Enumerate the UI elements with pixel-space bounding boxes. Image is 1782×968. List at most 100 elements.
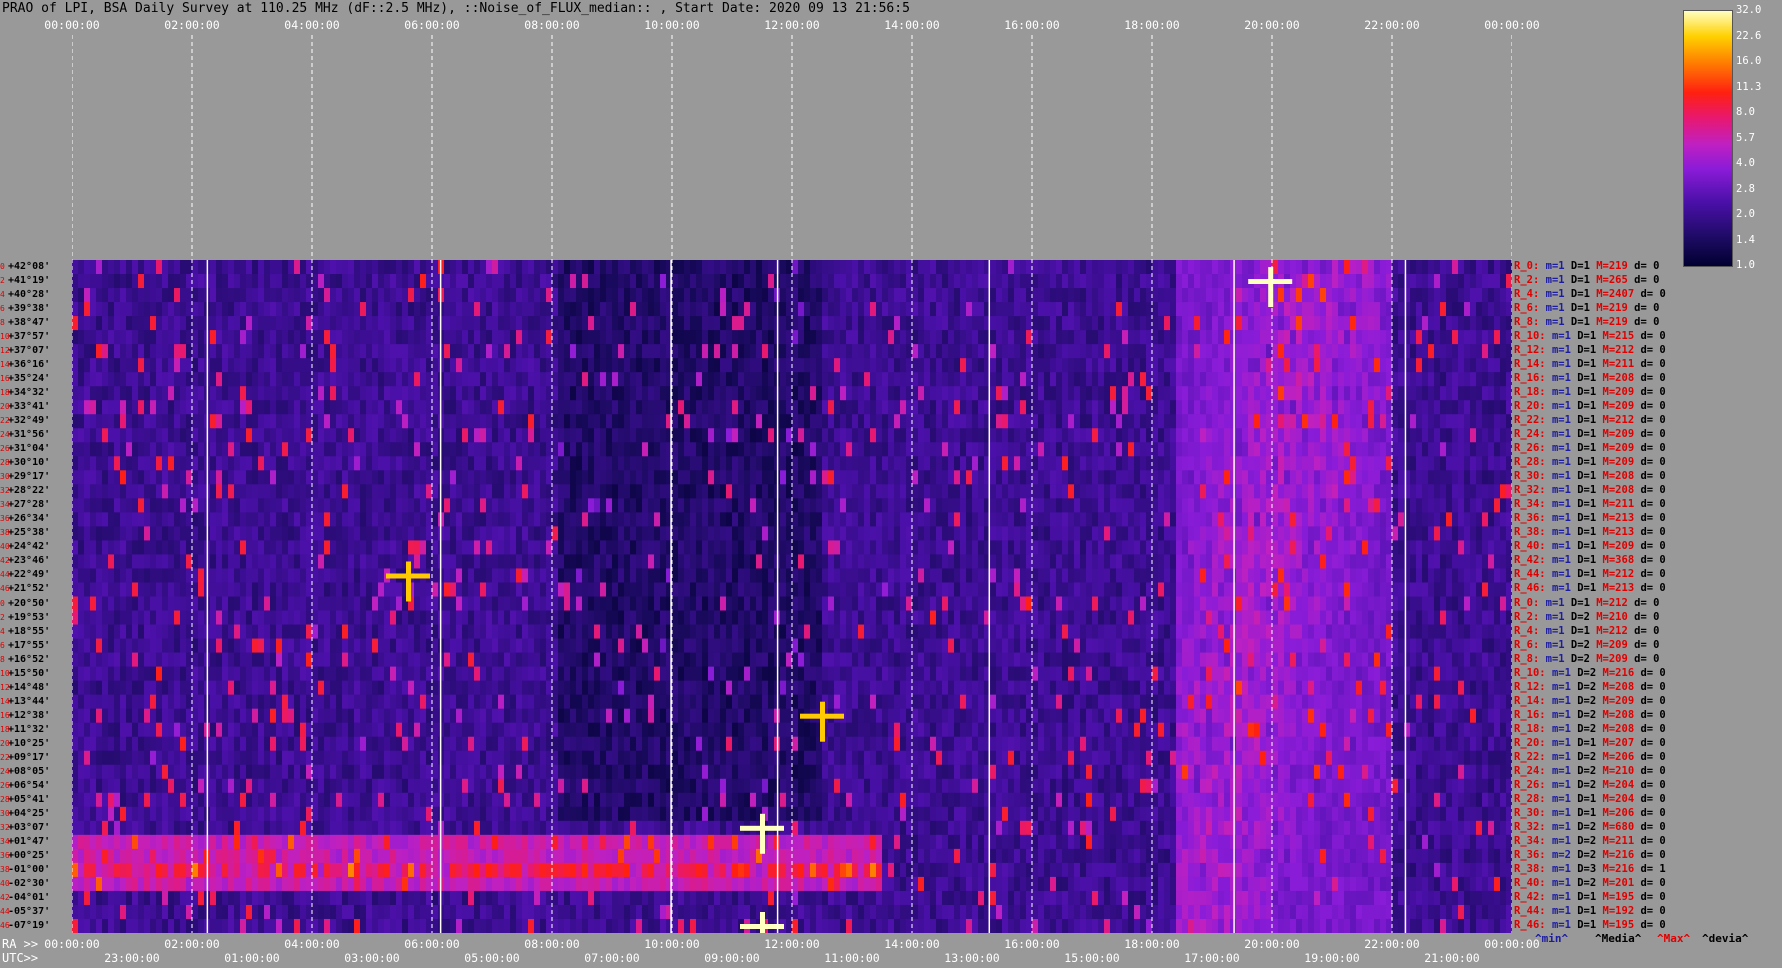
heatmap-cell: [1200, 400, 1207, 415]
heatmap-cell: [540, 316, 547, 331]
heatmap-cell: [1068, 498, 1075, 513]
heatmap-cell: [786, 484, 793, 499]
heatmap-cell: [1236, 498, 1243, 513]
heatmap-cell: [1038, 302, 1045, 317]
heatmap-cell: [888, 344, 895, 359]
heatmap-cell: [1434, 274, 1441, 289]
heatmap-cell: [1092, 372, 1099, 387]
heatmap-cell: [1122, 344, 1129, 359]
heatmap-cell: [330, 330, 337, 345]
heatmap-cell: [1020, 274, 1027, 289]
heatmap-cell: [1260, 484, 1267, 499]
heatmap-cell: [126, 414, 133, 429]
heatmap-cell: [186, 274, 193, 289]
heatmap-cell: [372, 414, 379, 429]
heatmap-cell: [1074, 274, 1081, 289]
heatmap-cell: [138, 372, 145, 387]
heatmap-cell: [1206, 358, 1213, 373]
heatmap-cell: [924, 316, 931, 331]
heatmap-cell: [816, 400, 823, 415]
heatmap-cell: [726, 386, 733, 401]
heatmap-cell: [1212, 456, 1219, 471]
heatmap-cell: [240, 540, 247, 555]
heatmap-cell: [1116, 288, 1123, 303]
heatmap-cell: [240, 372, 247, 387]
heatmap-cell: [300, 512, 307, 527]
heatmap-cell: [1470, 330, 1477, 345]
heatmap-cell: [630, 526, 637, 541]
heatmap-cell: [492, 372, 499, 387]
heatmap-cell: [540, 498, 547, 513]
heatmap-cell: [1170, 512, 1177, 527]
heatmap-cell: [804, 330, 811, 345]
heatmap-cell: [798, 344, 805, 359]
heatmap-cell: [1056, 456, 1063, 471]
heatmap-cell: [1140, 512, 1147, 527]
heatmap-cell: [1242, 344, 1249, 359]
heatmap-cell: [1188, 414, 1195, 429]
heatmap-cell: [1254, 372, 1261, 387]
heatmap-cell: [168, 428, 175, 443]
heatmap-cell: [936, 442, 943, 457]
heatmap-cell: [384, 484, 391, 499]
heatmap-cell: [132, 344, 139, 359]
heatmap-cell: [114, 484, 121, 499]
heatmap-cell: [1140, 414, 1147, 429]
heatmap-cell: [138, 316, 145, 331]
heatmap-cell: [858, 414, 865, 429]
heatmap-cell: [270, 316, 277, 331]
heatmap-cell: [366, 512, 373, 527]
heatmap-cell: [468, 344, 475, 359]
heatmap-cell: [1008, 302, 1015, 317]
heatmap-cell: [468, 274, 475, 289]
heatmap-cell: [318, 344, 325, 359]
heatmap-cell: [1086, 414, 1093, 429]
heatmap-cell: [852, 512, 859, 527]
heatmap-cell: [432, 302, 439, 317]
heatmap-cell: [282, 456, 289, 471]
heatmap-cell: [912, 484, 919, 499]
heatmap-cell: [792, 344, 799, 359]
heatmap-cell: [498, 456, 505, 471]
heatmap-cell: [378, 442, 385, 457]
heatmap-cell: [624, 414, 631, 429]
heatmap-cell: [1392, 302, 1399, 317]
heatmap-cell: [1080, 512, 1087, 527]
heatmap-cell: [1140, 484, 1147, 499]
heatmap-cell: [1050, 330, 1057, 345]
heatmap-cell: [612, 260, 619, 275]
heatmap-cell: [450, 484, 457, 499]
heatmap-cell: [1146, 484, 1153, 499]
heatmap-cell: [750, 470, 757, 485]
heatmap-cell: [786, 372, 793, 387]
heatmap-cell: [948, 456, 955, 471]
heatmap-cell: [1452, 358, 1459, 373]
heatmap-cell: [864, 316, 871, 331]
heatmap-cell: [240, 498, 247, 513]
heatmap-cell: [1506, 442, 1512, 457]
heatmap-cell: [1104, 414, 1111, 429]
heatmap-cell: [84, 470, 91, 485]
heatmap-cell: [624, 386, 631, 401]
heatmap-cell: [780, 512, 787, 527]
heatmap-cell: [1326, 484, 1333, 499]
heatmap-cell: [1170, 386, 1177, 401]
heatmap-cell: [1500, 302, 1507, 317]
heatmap-cell: [186, 344, 193, 359]
heatmap-cell: [678, 470, 685, 485]
heatmap-cell: [552, 442, 559, 457]
heatmap-cell: [660, 316, 667, 331]
heatmap-cell: [240, 358, 247, 373]
heatmap-cell: [972, 498, 979, 513]
heatmap-cell: [1374, 288, 1381, 303]
heatmap-cell: [156, 274, 163, 289]
heatmap-cell: [402, 344, 409, 359]
heatmap-cell: [852, 400, 859, 415]
heatmap-cell: [876, 526, 883, 541]
heatmap-cell: [390, 358, 397, 373]
heatmap-cell: [630, 288, 637, 303]
heatmap-cell: [252, 358, 259, 373]
heatmap-cell: [450, 512, 457, 527]
heatmap-cell: [270, 400, 277, 415]
heatmap-cell: [762, 316, 769, 331]
